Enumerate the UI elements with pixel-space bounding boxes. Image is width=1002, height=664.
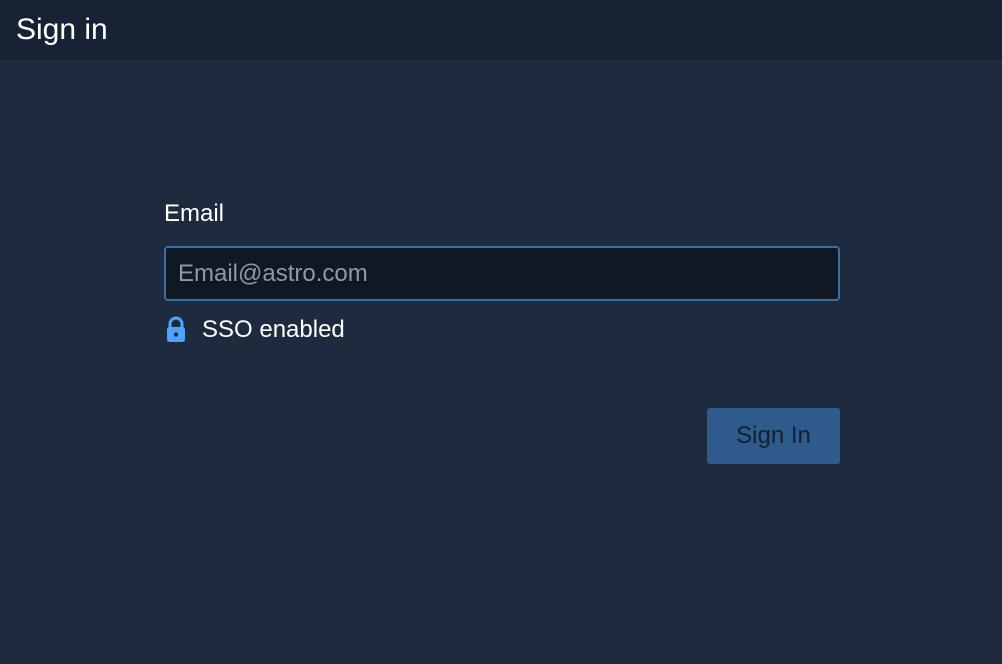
lock-icon bbox=[164, 316, 188, 344]
title-bar: Sign in bbox=[0, 0, 1002, 60]
email-label: Email bbox=[164, 200, 225, 227]
sign-in-button[interactable]: Sign In bbox=[707, 408, 840, 464]
sign-in-form: Email SSO enabled bbox=[164, 198, 840, 343]
sso-enabled-text: SSO enabled bbox=[202, 316, 345, 343]
email-field[interactable] bbox=[164, 246, 840, 301]
page-title: Sign in bbox=[16, 13, 108, 46]
sso-status: SSO enabled bbox=[164, 314, 345, 346]
